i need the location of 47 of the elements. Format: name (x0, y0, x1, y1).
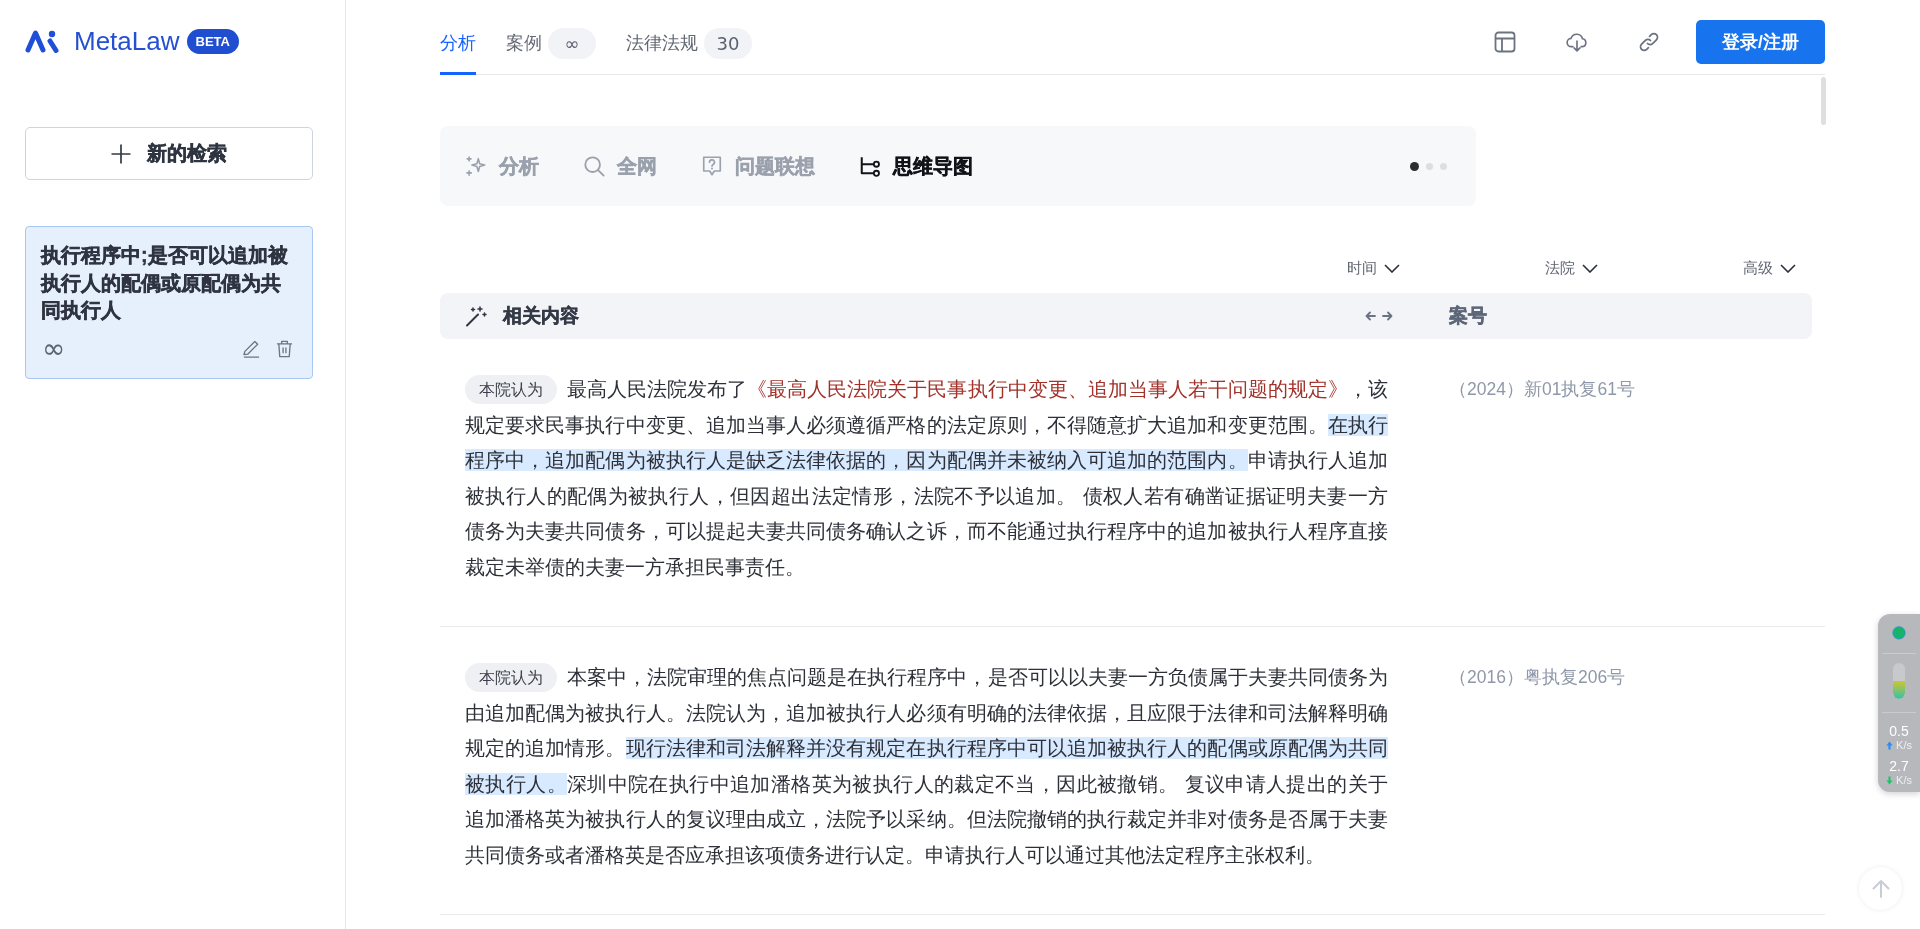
trash-icon[interactable] (275, 339, 294, 358)
mind-map-icon (859, 155, 881, 177)
login-button[interactable]: 登录/注册 (1696, 19, 1825, 64)
caret-icon (1384, 263, 1400, 273)
caret-icon (1780, 263, 1796, 273)
status-dot-icon (1892, 626, 1906, 640)
case-number-link[interactable]: （2024）新01执复61号 (1449, 372, 1635, 408)
filter-dropdown[interactable]: 时间 (1347, 256, 1400, 280)
pager-dot[interactable] (1440, 162, 1447, 170)
mode-tab[interactable]: 思维导图 (859, 152, 973, 180)
tab[interactable]: 法律法规 30 (626, 28, 752, 75)
caret-icon (1582, 263, 1598, 273)
history-title: 执行程序中;是否可以追加被执行人的配偶或原配偶为共同执行人 (41, 243, 289, 323)
sparkle-icon (465, 155, 487, 177)
tab[interactable]: 案例 ∞ (506, 28, 596, 75)
pager-dot[interactable] (1426, 162, 1433, 170)
arrow-up-icon (1870, 878, 1891, 899)
history-card[interactable]: 执行程序中;是否可以追加被执行人的配偶或原配偶为共同执行人 ∞ (25, 226, 313, 379)
column-header: 案号 (1449, 304, 1487, 328)
plus-icon (111, 143, 131, 164)
pencil-icon[interactable] (242, 339, 261, 358)
opinion-tag: 本院认为 (465, 375, 557, 404)
tab[interactable]: 分析 (440, 28, 476, 75)
search-icon (583, 155, 605, 177)
new-search-button[interactable]: 新的检索 (25, 127, 313, 180)
count-badge: ∞ (548, 27, 596, 59)
up-arrow-icon (1886, 740, 1894, 750)
column-header: 相关内容 (503, 304, 579, 328)
download-speed: 2.7 (1889, 759, 1909, 774)
upload-speed: 0.5 (1889, 724, 1909, 739)
question-bubble-icon (701, 155, 723, 177)
down-arrow-icon (1886, 775, 1894, 785)
table-layout-icon[interactable] (1494, 30, 1516, 53)
filter-dropdown[interactable]: 高级 (1743, 256, 1796, 280)
cloud-download-icon[interactable] (1566, 30, 1588, 53)
magic-wand-icon (465, 305, 487, 327)
link-icon[interactable] (1638, 30, 1660, 53)
brand-name: MetaLaw (74, 28, 180, 54)
law-citation-link[interactable]: 《最高人民法院关于民事执行中变更、追加当事人若干问题的规定》 (747, 378, 1348, 400)
opinion-tag: 本院认为 (465, 663, 557, 692)
scrollbar-thumb[interactable] (1821, 77, 1826, 125)
count-badge: 30 (704, 27, 752, 59)
swap-arrows-icon[interactable] (1365, 310, 1393, 322)
beta-badge: BETA (186, 28, 239, 54)
pager-dot[interactable] (1410, 161, 1419, 171)
filter-dropdown[interactable]: 法院 (1545, 256, 1598, 280)
result-count: ∞ (42, 338, 66, 359)
